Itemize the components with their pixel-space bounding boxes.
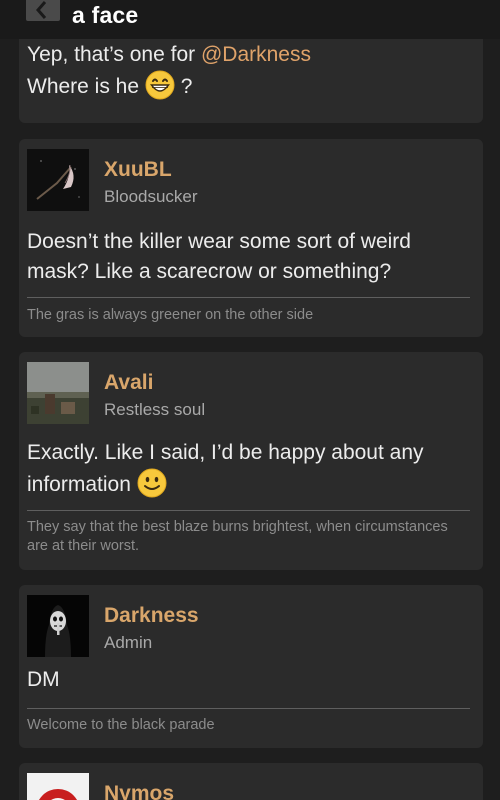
user-rank: Bloodsucker: [104, 187, 198, 206]
username[interactable]: Avali: [104, 371, 153, 395]
avatar[interactable]: [27, 149, 89, 211]
post-body: DM: [27, 668, 60, 691]
back-arrow-icon: [36, 1, 47, 19]
signature: The gras is always greener on the other …: [27, 307, 314, 323]
user-rank: Admin: [104, 633, 153, 652]
grinning-face-emoji-icon: [145, 70, 175, 100]
signature-divider: [27, 510, 470, 511]
post-card: Nymos: [19, 763, 483, 800]
post-body: Doesn’t the killer wear some sort of wei…: [27, 230, 411, 283]
avatar[interactable]: [27, 595, 89, 657]
mention-link[interactable]: @Darkness: [201, 43, 311, 66]
thread-page: Yep, that’s one for @Darkness Where is h…: [0, 0, 500, 800]
post-text-line2: Where is he: [27, 75, 145, 98]
avatar[interactable]: [27, 362, 89, 424]
username[interactable]: XuuBL: [104, 158, 172, 182]
user-rank: Restless soul: [104, 400, 206, 419]
post-text-line2-suffix: ?: [174, 75, 193, 98]
username[interactable]: Darkness: [104, 604, 199, 628]
slightly-smiling-face-emoji-icon: [137, 468, 167, 498]
signature-divider: [27, 708, 470, 709]
post-text: Exactly. Like I said, I’d be happy about…: [27, 441, 424, 496]
username[interactable]: Nymos: [104, 782, 174, 800]
avatar[interactable]: [27, 773, 89, 800]
thread-title: a face: [72, 2, 139, 28]
top-bar: a face: [0, 0, 500, 39]
post-card: Darkness Admin DM Welcome to the black p…: [19, 585, 483, 748]
back-button[interactable]: [26, 0, 60, 21]
signature-divider: [27, 297, 470, 298]
signature: Welcome to the black parade: [27, 717, 215, 733]
post-text-line1: Yep, that’s one for: [27, 43, 201, 66]
post-body: Exactly. Like I said, I’d be happy about…: [27, 438, 475, 500]
post-card: Avali Restless soul Exactly. Like I said…: [19, 352, 483, 570]
signature: They say that the best blaze burns brigh…: [27, 519, 448, 554]
post-body: Yep, that’s one for @Darkness Where is h…: [27, 40, 475, 102]
post-card: XuuBL Bloodsucker Doesn’t the killer wea…: [19, 139, 483, 337]
